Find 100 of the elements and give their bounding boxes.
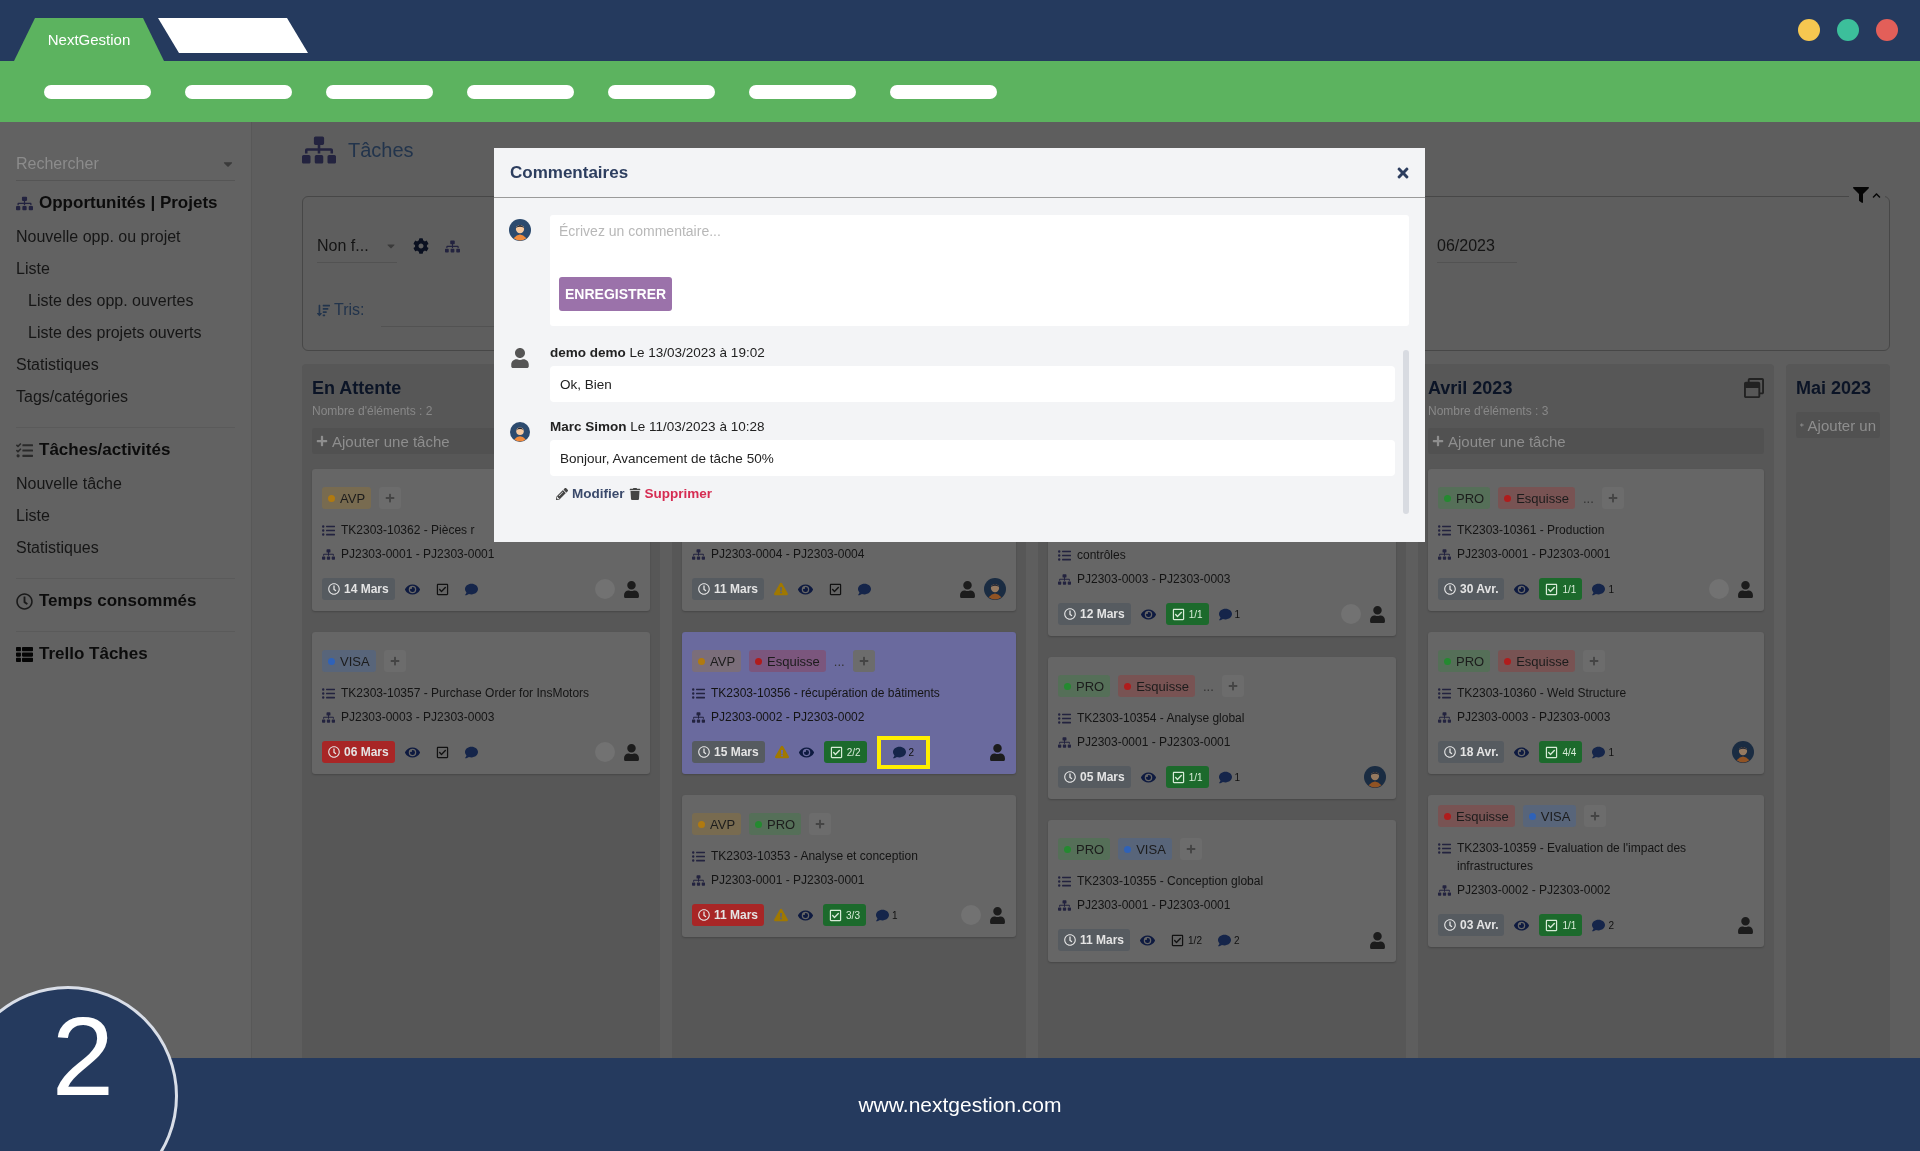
sidebar-item[interactable]: Tags/catégories	[16, 381, 235, 413]
period-field[interactable]: 06/2023	[1437, 229, 1517, 263]
nav-placeholder[interactable]	[467, 84, 574, 99]
checkbox-icon	[435, 745, 449, 759]
add-tag-button[interactable]	[1179, 838, 1202, 860]
task-card[interactable]: AVP PRO TK2303-10353 - Analyse et conception PJ2303-0001 - PJ2303-0001 11 Mars 3/3 1	[682, 795, 1016, 937]
plus-icon	[1607, 493, 1618, 503]
sidebar-item[interactable]: Nouvelle opp. ou projet	[16, 221, 235, 253]
tag-label: Esquisse	[1516, 490, 1569, 506]
tag-label: VISA	[1540, 808, 1571, 824]
task-title: TK2303-10353 - Analyse et conception	[711, 848, 918, 865]
sidebar-section-title[interactable]: Temps consommés	[39, 591, 197, 611]
clock-icon	[698, 909, 710, 921]
tag-label: AVP	[340, 490, 366, 506]
task-title: TK2303-10361 - Production	[1457, 522, 1605, 539]
plus-icon	[385, 493, 396, 503]
task-card[interactable]: PRO Esquisse ... TK2303-10361 - Production PJ2303-0001 - PJ2303-0001 30 Avr. 1/1 1	[1428, 469, 1764, 611]
comment-icon[interactable]	[1592, 582, 1606, 596]
comment-number: 2	[908, 746, 915, 758]
user-icon	[623, 580, 640, 598]
list-icon	[1438, 687, 1451, 700]
clock-icon	[698, 746, 710, 758]
browser-tab[interactable]	[158, 18, 308, 53]
comment-icon[interactable]	[1217, 933, 1231, 947]
task-card[interactable]: PRO Esquisse TK2303-10360 - Weld Structure PJ2303-0003 - PJ2303-0003 18 Avr. 4/4 1	[1428, 632, 1764, 774]
add-task-button[interactable]: Ajouter un	[1796, 412, 1880, 438]
sidebar-item[interactable]: Statistiques	[16, 532, 235, 564]
sidebar-item[interactable]: Liste des opp. ouvertes	[16, 285, 235, 317]
task-title: TK2303-10359 - Evaluation de l'impact des infrastructures	[1457, 840, 1688, 875]
settings-icon[interactable]	[413, 238, 429, 254]
tag-label: PRO	[1456, 490, 1485, 506]
user-icon	[989, 906, 1006, 924]
task-card[interactable]: VISA TK2303-10357 - Purchase Order for InsMotors PJ2303-0003 - PJ2303-0003 06 Mars	[312, 632, 650, 774]
avatar-icon	[510, 422, 530, 442]
comment-icon[interactable]	[892, 745, 906, 759]
sidebar-section-title[interactable]: Opportunités | Projets	[39, 193, 218, 213]
status-select[interactable]: Non f...	[317, 229, 397, 263]
nav-placeholder[interactable]	[890, 84, 997, 99]
sidebar-section-title[interactable]: Tâches/activités	[39, 440, 171, 460]
add-tag-button[interactable]	[1601, 487, 1624, 509]
sidebar-item[interactable]: Nouvelle tâche	[16, 468, 235, 500]
nav-placeholder[interactable]	[749, 84, 856, 99]
nav-placeholder[interactable]	[326, 84, 433, 99]
sidebar-section-title[interactable]: Trello Tâches	[39, 644, 148, 664]
user-icon	[1369, 931, 1386, 949]
project-ref: PJ2303-0001 - PJ2303-0001	[711, 872, 865, 889]
task-card[interactable]: PRO VISA TK2303-10355 - Conception global PJ2303-0001 - PJ2303-0001 11 Mars 1/2 2	[1048, 820, 1396, 962]
add-tag-button[interactable]	[379, 487, 402, 509]
save-button[interactable]: ENREGISTRER	[559, 277, 673, 311]
add-task-button[interactable]: Ajouter une tâche	[1428, 428, 1764, 454]
comment-icon[interactable]	[858, 582, 872, 596]
sidebar-item[interactable]: Liste	[16, 253, 235, 285]
sitemap-icon	[1438, 548, 1451, 561]
task-title: TK2303-10354 - Analyse global	[1077, 710, 1245, 727]
add-tag-button[interactable]	[383, 650, 406, 672]
sitemap-icon[interactable]	[445, 238, 460, 254]
user-icon	[1737, 916, 1754, 934]
comment-icon[interactable]	[875, 908, 889, 922]
clock-icon	[1064, 608, 1076, 620]
add-tag-button[interactable]	[1582, 650, 1605, 672]
comment-icon[interactable]	[464, 582, 478, 596]
comment-icon[interactable]	[1218, 770, 1232, 784]
user-icon	[1369, 605, 1386, 623]
plus-icon	[1590, 811, 1601, 821]
browser-tab[interactable]: NextGestion	[14, 18, 164, 61]
user-icon	[989, 743, 1006, 761]
add-tag-button[interactable]	[852, 650, 875, 672]
filter-icon	[1853, 187, 1869, 203]
project-ref: PJ2303-0001 - PJ2303-0001	[1457, 546, 1611, 563]
scrollbar[interactable]	[1403, 350, 1409, 514]
checkbox-icon	[829, 908, 843, 922]
project-ref: PJ2303-0002 - PJ2303-0002	[1457, 882, 1611, 899]
task-title: contrôles	[1077, 547, 1126, 564]
window-dot[interactable]	[1798, 18, 1820, 41]
nav-placeholder[interactable]	[44, 84, 151, 99]
nav-placeholder[interactable]	[608, 84, 715, 99]
tag-label: Esquisse	[767, 653, 820, 669]
comment-icon[interactable]	[464, 745, 478, 759]
user-icon	[959, 580, 976, 598]
comment-field[interactable]: Écrivez un commentaire... ENREGISTRER	[550, 215, 1409, 326]
window-icon[interactable]	[1744, 378, 1764, 398]
comment-icon[interactable]	[1592, 918, 1606, 932]
sidebar-item[interactable]: Liste des projets ouverts	[16, 317, 235, 349]
comment-text: Bonjour, Avancement de tâche 50%	[550, 440, 1395, 476]
comment-icon[interactable]	[1592, 745, 1606, 759]
task-card[interactable]: PRO Esquisse ... TK2303-10354 - Analyse global PJ2303-0001 - PJ2303-0001 05 Mars 1/1 1	[1048, 657, 1396, 799]
add-tag-button[interactable]	[1584, 805, 1607, 827]
edit-link[interactable]: Modifier	[556, 486, 625, 501]
add-tag-button[interactable]	[809, 813, 832, 835]
window-dot[interactable]	[1876, 18, 1898, 41]
task-card[interactable]: AVP Esquisse ... TK2303-10356 - récupération de bâtiments PJ2303-0002 - PJ2303-0002 15 Mars 2/2 2	[682, 632, 1016, 774]
window-dot[interactable]	[1837, 18, 1859, 41]
add-tag-button[interactable]	[1221, 675, 1244, 697]
comment-icon[interactable]	[1218, 607, 1232, 621]
sort-icon	[317, 303, 330, 317]
task-card[interactable]: Esquisse VISA TK2303-10359 - Evaluation de l'impact des infrastructures PJ2303-0002 - PJ2303-0002 03 Avr. 1/1 2	[1428, 795, 1764, 947]
clock-icon	[1444, 919, 1456, 931]
sidebar-item[interactable]: Liste	[16, 500, 235, 532]
nav-placeholder[interactable]	[185, 84, 292, 99]
sidebar-item[interactable]: Statistiques	[16, 349, 235, 381]
